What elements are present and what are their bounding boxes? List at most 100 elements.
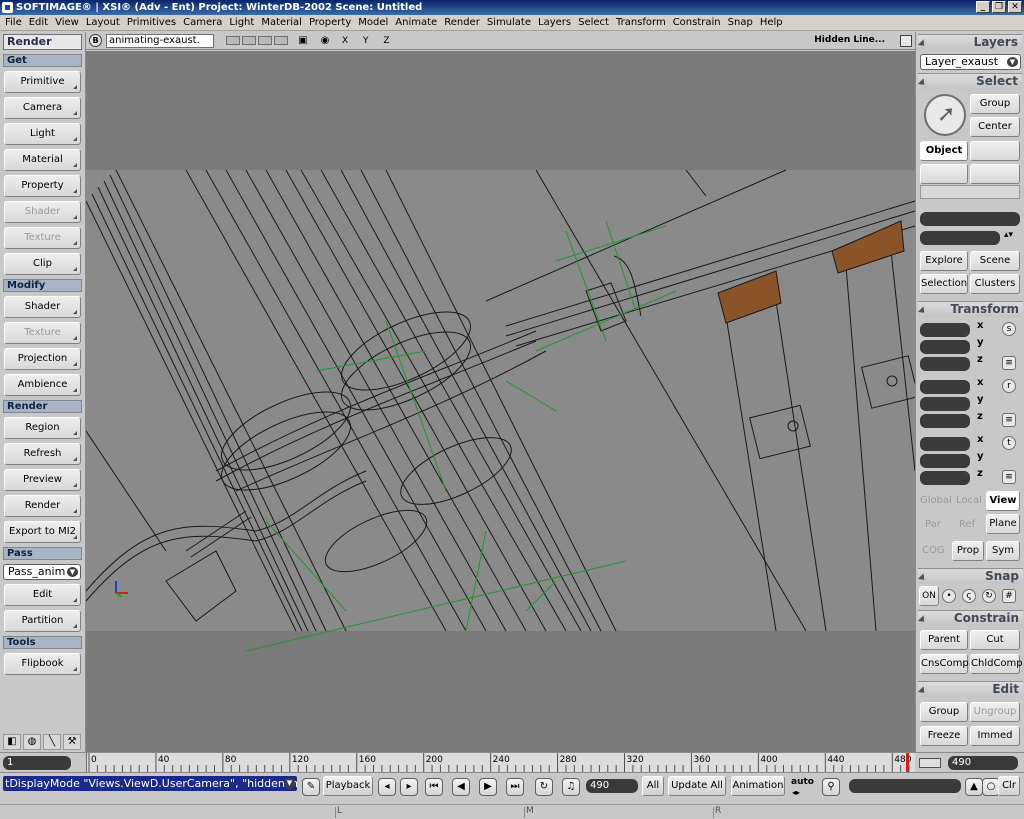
- memo-slot[interactable]: [242, 36, 256, 45]
- primitive-button[interactable]: Primitive: [4, 71, 81, 93]
- scale-lock-icon[interactable]: ≡: [1002, 356, 1016, 370]
- animate-toolbar-icon[interactable]: ╲: [43, 734, 61, 750]
- export-mi2-button[interactable]: Export to MI2: [4, 521, 81, 543]
- get-texture-button[interactable]: Texture: [4, 227, 81, 249]
- eye-icon[interactable]: ◉: [318, 35, 332, 47]
- timeline-ruler[interactable]: 0 40 80 120 160 200 240 280 320 360 400 440 480: [86, 753, 915, 773]
- camera-selector[interactable]: animating-exaust.: [106, 33, 214, 48]
- snap-grid-icon[interactable]: #: [1002, 589, 1016, 603]
- snap-header[interactable]: Snap: [918, 568, 1023, 584]
- freeze-button[interactable]: Freeze: [920, 726, 968, 746]
- translate-y-label[interactable]: y: [977, 451, 984, 462]
- update-all-button[interactable]: Update All: [668, 776, 726, 796]
- explore-button[interactable]: Explore: [920, 251, 968, 271]
- chldcomp-button[interactable]: ChldComp: [970, 654, 1023, 674]
- snap-point-icon[interactable]: •: [942, 589, 956, 603]
- menu-snap[interactable]: Snap: [726, 17, 758, 28]
- all-button[interactable]: All: [642, 776, 664, 796]
- menu-render[interactable]: Render: [442, 17, 485, 28]
- layers-header[interactable]: Layers: [918, 34, 1022, 50]
- rotate-y-label[interactable]: y: [977, 394, 984, 405]
- refresh-button[interactable]: Refresh: [4, 443, 81, 465]
- timeline-end-field[interactable]: 490: [948, 756, 1018, 770]
- preview-button[interactable]: Preview: [4, 469, 81, 491]
- clear-button[interactable]: Clr: [998, 776, 1020, 796]
- camera-icon[interactable]: ▣: [296, 35, 310, 47]
- snap-curve-icon[interactable]: ς: [962, 589, 976, 603]
- model-toolbar-icon[interactable]: ◧: [3, 734, 21, 750]
- selection-value-field[interactable]: [920, 231, 1000, 245]
- select-center-button[interactable]: Center: [970, 117, 1020, 137]
- viewport-letter-button[interactable]: B: [89, 34, 102, 47]
- region-button[interactable]: Region: [4, 417, 81, 439]
- clip-button[interactable]: Clip: [4, 253, 81, 275]
- translate-key-button[interactable]: t: [1002, 436, 1016, 450]
- cog-button[interactable]: COG: [922, 545, 945, 556]
- memo-slot[interactable]: [226, 36, 240, 45]
- menu-simulate[interactable]: Simulate: [485, 17, 536, 28]
- clusters-button[interactable]: Clusters: [970, 274, 1020, 294]
- property-button[interactable]: Property: [4, 175, 81, 197]
- command-line[interactable]: tDisplayMode "Views.ViewD.UserCamera", "…: [3, 776, 297, 791]
- menu-layout[interactable]: Layout: [84, 17, 125, 28]
- timeline-start-field[interactable]: 1: [3, 756, 71, 770]
- translate-z-label[interactable]: z: [977, 468, 983, 479]
- translate-y-field[interactable]: [920, 454, 970, 468]
- menu-file[interactable]: File: [3, 17, 27, 28]
- rotate-x-field[interactable]: [920, 380, 970, 394]
- pass-dropdown[interactable]: Pass_anim ▼: [3, 564, 81, 580]
- menu-edit[interactable]: Edit: [27, 17, 53, 28]
- global-button[interactable]: Global: [920, 495, 952, 506]
- edit-group-button[interactable]: Group: [920, 702, 968, 722]
- snap-rotate-icon[interactable]: ↻: [982, 589, 996, 603]
- select-filter-slot-2[interactable]: [920, 164, 968, 184]
- maximize-viewport-icon[interactable]: [900, 35, 912, 47]
- get-shader-button[interactable]: Shader: [4, 201, 81, 223]
- memo-slot[interactable]: [274, 36, 288, 45]
- menu-animate[interactable]: Animate: [393, 17, 442, 28]
- memo-slot[interactable]: [258, 36, 272, 45]
- select-arrow-button[interactable]: ➚: [924, 94, 966, 136]
- display-mode-menu[interactable]: Hidden Line...: [814, 35, 885, 45]
- scale-y-label[interactable]: y: [977, 337, 984, 348]
- translate-x-field[interactable]: [920, 437, 970, 451]
- ungroup-button[interactable]: Ungroup: [970, 702, 1020, 722]
- audio-icon[interactable]: ♫: [562, 778, 580, 796]
- ambience-button[interactable]: Ambience: [4, 374, 81, 396]
- menu-primitives[interactable]: Primitives: [125, 17, 181, 28]
- translate-x-label[interactable]: x: [977, 434, 983, 445]
- scale-z-field[interactable]: [920, 357, 970, 371]
- key-icon[interactable]: ⚲: [822, 778, 840, 796]
- menu-light[interactable]: Light: [227, 17, 259, 28]
- camera-button[interactable]: Camera: [4, 97, 81, 119]
- sym-button[interactable]: Sym: [986, 541, 1020, 561]
- parent-button[interactable]: Parent: [920, 630, 968, 650]
- pass-edit-button[interactable]: Edit: [4, 584, 81, 606]
- scale-key-button[interactable]: s: [1002, 322, 1016, 336]
- last-frame-icon[interactable]: ⏭: [506, 778, 524, 796]
- menu-layers[interactable]: Layers: [536, 17, 576, 28]
- edit-header[interactable]: Edit: [918, 681, 1023, 697]
- par-button[interactable]: Par: [925, 519, 941, 530]
- translate-z-field[interactable]: [920, 471, 970, 485]
- material-button[interactable]: Material: [4, 149, 81, 171]
- current-frame-field[interactable]: 490: [586, 779, 638, 793]
- cut-button[interactable]: Cut: [970, 630, 1020, 650]
- scale-x-field[interactable]: [920, 323, 970, 337]
- plane-button[interactable]: Plane: [986, 514, 1020, 534]
- menu-help[interactable]: Help: [758, 17, 788, 28]
- ref-button[interactable]: Ref: [959, 519, 975, 530]
- scale-y-field[interactable]: [920, 340, 970, 354]
- menu-constrain[interactable]: Constrain: [671, 17, 726, 28]
- rotate-lock-icon[interactable]: ≡: [1002, 413, 1016, 427]
- play-forward-icon[interactable]: ▶: [479, 778, 497, 796]
- constrain-header[interactable]: Constrain: [918, 610, 1023, 626]
- modify-shader-button[interactable]: Shader: [4, 296, 81, 318]
- menu-model[interactable]: Model: [356, 17, 393, 28]
- play-backward-icon[interactable]: ◀: [452, 778, 470, 796]
- viewport-3d[interactable]: [86, 51, 915, 752]
- menu-view[interactable]: View: [53, 17, 84, 28]
- scene-button[interactable]: Scene: [970, 251, 1020, 271]
- rotate-x-label[interactable]: x: [977, 377, 983, 388]
- layer-dropdown[interactable]: Layer_exaust ▼: [920, 54, 1021, 70]
